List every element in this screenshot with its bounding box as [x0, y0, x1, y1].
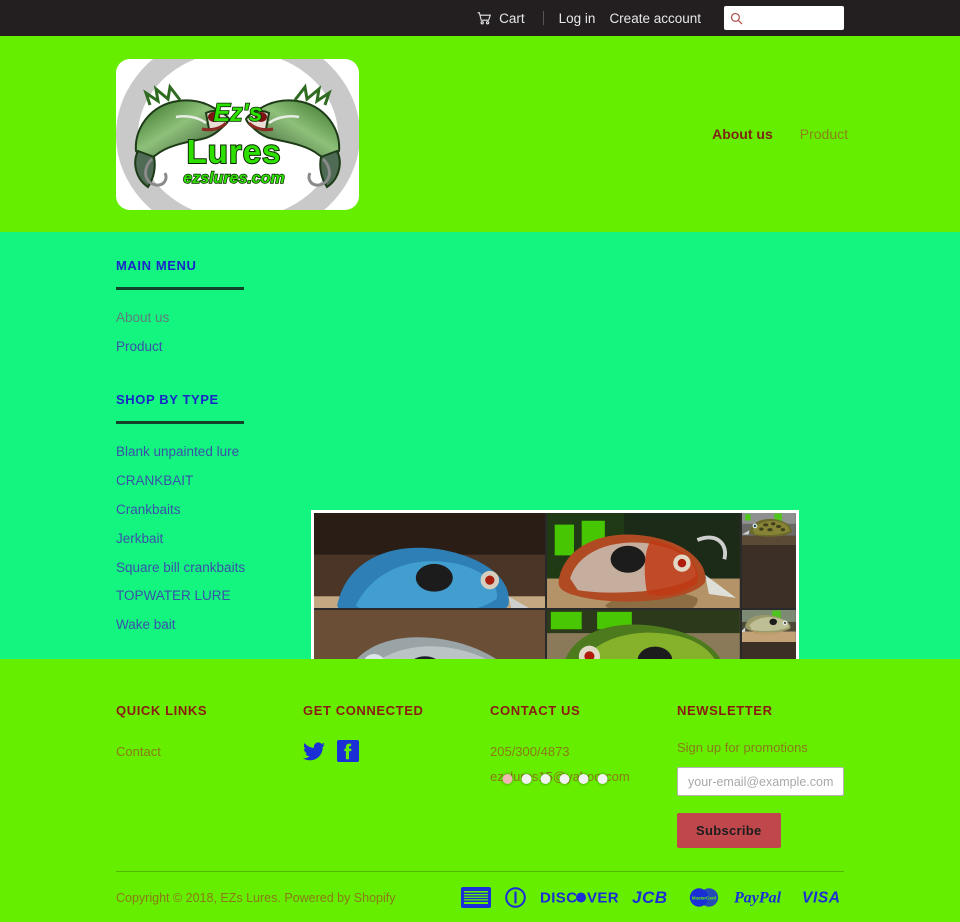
utility-bar-inner: Cart Log in Create account [467, 6, 844, 30]
sidebar-item-square-bill-crankbaits[interactable]: Square bill crankbaits [116, 558, 245, 579]
diners-club-icon [505, 887, 526, 909]
utility-divider [542, 11, 544, 25]
jcb-icon: JCB [632, 887, 674, 909]
facebook-link[interactable] [337, 740, 359, 762]
sidebar-block-shop-by-type: SHOP BY TYPE Blank unpainted lure CRANKB… [116, 392, 316, 636]
carousel-dot-1[interactable] [502, 774, 513, 784]
subscribe-button[interactable]: Subscribe [677, 813, 781, 848]
footer-bottom: Copyright © 2018, EZs Lures. Powered by … [116, 887, 844, 909]
logo-artwork: Ez's Lures ezslures.com [116, 59, 359, 210]
carousel-dot-6[interactable] [597, 774, 608, 784]
sidebar-item-jerkbait[interactable]: Jerkbait [116, 529, 163, 550]
footer-link-contact[interactable]: Contact [116, 740, 303, 765]
create-account-link[interactable]: Create account [602, 11, 708, 26]
sidebar: MAIN MENU About us Product SHOP BY TYPE … [116, 258, 316, 644]
lure-photo [742, 513, 796, 608]
svg-text:VISA: VISA [802, 890, 841, 907]
footer-heading-get-connected: GET CONNECTED [303, 703, 424, 718]
sidebar-list-main-menu: About us Product [116, 308, 316, 358]
footer-column-newsletter: NEWSLETTER Sign up for promotions Subscr… [677, 703, 844, 848]
site-footer: QUICK LINKS Contact GET CONNECTED CONTAC… [0, 659, 960, 922]
nav-item-about-us[interactable]: About us [712, 126, 773, 142]
svg-text:DISC: DISC [540, 890, 577, 907]
main-content: MAIN MENU About us Product SHOP BY TYPE … [0, 232, 960, 804]
sidebar-item-topwater-lure[interactable]: TOPWATER LURE [116, 586, 231, 607]
shopping-cart-icon [477, 11, 492, 25]
sidebar-item-wake-bait[interactable]: Wake bait [116, 615, 176, 636]
utility-bar: Cart Log in Create account [0, 0, 960, 36]
list-item: Product [116, 337, 316, 358]
facebook-icon [337, 740, 359, 766]
visa-icon: VISA [802, 887, 844, 909]
carousel-dot-2[interactable] [521, 774, 532, 784]
list-item: Square bill crankbaits [116, 558, 316, 579]
site-header: Ez's Lures ezslures.com About us Product [0, 36, 960, 232]
list-item: Blank unpainted lure [116, 442, 316, 463]
social-links [303, 740, 490, 762]
newsletter-email-input[interactable] [677, 767, 844, 796]
sidebar-item-about-us[interactable]: About us [116, 308, 169, 329]
footer-columns: QUICK LINKS Contact GET CONNECTED CONTAC… [116, 703, 844, 848]
mastercard-icon: MasterCard [688, 887, 720, 909]
nav-item-product[interactable]: Product [800, 126, 848, 142]
svg-text:ezslures.com: ezslures.com [183, 170, 284, 187]
footer-divider [116, 871, 844, 872]
payment-methods: DISC VER JCB MasterCard PayPal VISA [461, 887, 844, 909]
newsletter-note: Sign up for promotions [677, 740, 808, 755]
paypal-icon: PayPal [733, 887, 788, 909]
sidebar-item-product[interactable]: Product [116, 337, 163, 358]
sidebar-item-crankbait[interactable]: CRANKBAIT [116, 471, 193, 492]
discover-icon: DISC VER [540, 887, 619, 909]
svg-text:JCB: JCB [632, 888, 668, 907]
svg-text:VER: VER [587, 890, 618, 907]
sidebar-list-shop-by-type: Blank unpainted lure CRANKBAIT Crankbait… [116, 442, 316, 636]
footer-heading-newsletter: NEWSLETTER [677, 703, 773, 718]
sidebar-divider [116, 420, 244, 424]
main-navigation: About us Product [712, 126, 848, 142]
cart-label: Cart [499, 10, 525, 26]
twitter-icon [303, 741, 325, 765]
carousel-dot-3[interactable] [540, 774, 551, 784]
search-icon [730, 12, 743, 25]
logo-graphic: Ez's Lures ezslures.com [134, 83, 341, 189]
amex-icon [461, 887, 491, 909]
carousel-dots [502, 774, 608, 784]
carousel-dot-4[interactable] [559, 774, 570, 784]
list-item: Wake bait [116, 615, 316, 636]
svg-text:Lures: Lures [187, 133, 282, 170]
sidebar-block-main-menu: MAIN MENU About us Product [116, 258, 316, 358]
cart-link[interactable]: Cart [467, 11, 535, 26]
copyright-text: Copyright © 2018, EZs Lures. Powered by … [116, 891, 396, 905]
search-input[interactable] [747, 11, 838, 25]
lure-photo [547, 513, 741, 608]
sidebar-item-blank-unpainted-lure[interactable]: Blank unpainted lure [116, 442, 239, 463]
list-item: CRANKBAIT [116, 471, 316, 492]
twitter-link[interactable] [303, 741, 325, 761]
search-box[interactable] [724, 6, 844, 30]
carousel-dot-5[interactable] [578, 774, 589, 784]
lure-photo [314, 513, 546, 608]
sidebar-divider [116, 287, 244, 290]
list-item: Jerkbait [116, 529, 316, 550]
footer-heading-contact-us: CONTACT US [490, 703, 581, 718]
list-item: About us [116, 308, 316, 329]
sidebar-heading-shop-by-type: SHOP BY TYPE [116, 391, 219, 407]
footer-heading-quick-links: QUICK LINKS [116, 703, 208, 718]
contact-phone: 205/300/4873 [490, 744, 570, 759]
svg-text:PayPal: PayPal [734, 890, 782, 907]
ezs-lures-logo[interactable]: Ez's Lures ezslures.com [116, 59, 359, 210]
list-item: TOPWATER LURE [116, 586, 316, 607]
login-link[interactable]: Log in [552, 11, 603, 26]
svg-text:Ez's: Ez's [213, 99, 262, 127]
list-item: Crankbaits [116, 500, 316, 521]
sidebar-item-crankbaits[interactable]: Crankbaits [116, 500, 181, 521]
svg-text:MasterCard: MasterCard [692, 896, 716, 901]
footer-column-get-connected: GET CONNECTED [303, 703, 490, 848]
sidebar-heading-main-menu: MAIN MENU [116, 258, 197, 273]
footer-column-quick-links: QUICK LINKS Contact [116, 703, 303, 848]
